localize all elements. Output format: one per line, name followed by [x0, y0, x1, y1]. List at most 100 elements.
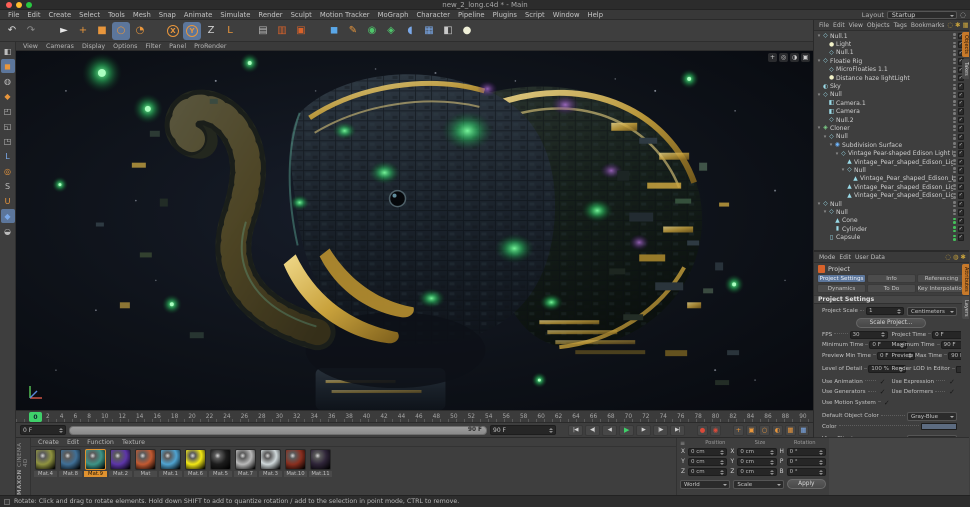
- visibility-dots[interactable]: [953, 117, 956, 123]
- tab-info[interactable]: Info: [867, 274, 916, 283]
- om-menu-edit[interactable]: Edit: [831, 22, 847, 29]
- visibility-dots[interactable]: [953, 50, 956, 56]
- am-menu-mode[interactable]: Mode: [817, 254, 837, 261]
- visibility-dots[interactable]: [953, 209, 956, 215]
- visibility-dots[interactable]: [953, 134, 956, 140]
- lock-workplane-icon[interactable]: ◒: [1, 224, 15, 238]
- tree-item-vintage-pear-shaped-edison-light-bulb-wires-1[interactable]: ▲Vintage_Pear_shaped_Edison_Light_Bulb_w…: [816, 183, 969, 191]
- coordinate-field[interactable]: 0 cm: [688, 448, 727, 456]
- visibility-dots[interactable]: [953, 109, 956, 115]
- visibility-dots[interactable]: [953, 42, 956, 48]
- project-scale-field[interactable]: 1: [866, 307, 904, 315]
- keyframe-selection-button[interactable]: ▦: [798, 425, 809, 436]
- om-tab-takes[interactable]: Takes: [962, 59, 969, 79]
- tree-item-null[interactable]: ▾◇Null✓: [816, 133, 969, 141]
- edges-mode-icon[interactable]: ◱: [1, 119, 15, 133]
- tree-item-vintage-pear-shaped-edison-light-bulb-glass-bulb[interactable]: ▲Vintage_Pear_shaped_Edison_Light_Bulb_g…: [816, 191, 969, 199]
- menu-tools[interactable]: Tools: [104, 11, 129, 19]
- menu-render[interactable]: Render: [254, 11, 286, 19]
- visibility-dots[interactable]: [953, 84, 956, 90]
- visibility-dots[interactable]: [953, 92, 956, 98]
- rotate-icon[interactable]: ○: [112, 22, 130, 40]
- menu-edit[interactable]: Edit: [23, 11, 44, 19]
- use-animation-checkbox[interactable]: ✓: [878, 378, 888, 386]
- move-icon[interactable]: +: [74, 22, 92, 40]
- tree-item-null[interactable]: ▾◇Null✓: [816, 200, 969, 208]
- play-forward-button[interactable]: ▶: [619, 425, 634, 436]
- snap-settings-icon[interactable]: S: [1, 179, 15, 193]
- points-mode-icon[interactable]: ◰: [1, 104, 15, 118]
- tab-to-do[interactable]: To Do: [867, 284, 916, 293]
- key-scale-button[interactable]: ▣: [746, 425, 757, 436]
- timeline-ruler[interactable]: 0 24681012141618202224262830323436384042…: [16, 410, 813, 423]
- coordinate-field[interactable]: 0 °: [787, 458, 826, 466]
- last-tool-icon[interactable]: ◔: [131, 22, 149, 40]
- view-clipping-dropdown[interactable]: Small: [907, 435, 957, 437]
- max-frame-field[interactable]: 90 F: [490, 425, 556, 435]
- mograph-cloner-icon[interactable]: ◈: [382, 22, 400, 40]
- apply-button[interactable]: Apply: [787, 479, 826, 489]
- viewport[interactable]: +◎◑▣: [16, 51, 813, 410]
- tab-project-settings[interactable]: Project Settings: [817, 274, 866, 283]
- visibility-dots[interactable]: [953, 184, 956, 190]
- layout-dropdown[interactable]: Startup: [887, 11, 957, 19]
- material-mat-10[interactable]: Mat.10: [284, 449, 307, 477]
- menu-animate[interactable]: Animate: [180, 11, 216, 19]
- use-deformers-checkbox[interactable]: ✓: [947, 388, 957, 396]
- tree-item-floatie-rig[interactable]: ▾◇Floatie Rig✓: [816, 57, 969, 65]
- menu-simulate[interactable]: Simulate: [216, 11, 254, 19]
- viewport-menu-panel[interactable]: Panel: [166, 43, 189, 50]
- material-mat-2[interactable]: Mat.2: [109, 449, 132, 477]
- material-mat-6[interactable]: Mat.6: [184, 449, 207, 477]
- use-motion-system-checkbox[interactable]: ✓: [882, 399, 892, 407]
- tree-item-cylinder[interactable]: ▮Cylinder✓: [816, 225, 969, 233]
- redo-icon[interactable]: ↷: [22, 22, 40, 40]
- om-menu-objects[interactable]: Objects: [865, 22, 892, 29]
- om-filter-icon[interactable]: ▦: [963, 21, 969, 29]
- menu-window[interactable]: Window: [549, 11, 584, 19]
- render-view-icon[interactable]: ▤: [254, 22, 272, 40]
- material-mat-7[interactable]: Mat.7: [234, 449, 257, 477]
- visibility-dots[interactable]: [953, 125, 956, 131]
- viewport-menu-options[interactable]: Options: [110, 43, 140, 50]
- tree-item-camera[interactable]: ◧Camera✓: [816, 108, 969, 116]
- key-pla-button[interactable]: ▦: [785, 425, 796, 436]
- x-axis-icon[interactable]: X: [164, 22, 182, 40]
- render-lod-checkbox[interactable]: [956, 366, 961, 373]
- menu-script[interactable]: Script: [521, 11, 549, 19]
- tree-item-null-1[interactable]: ◇Null.1✓: [816, 49, 969, 57]
- tab-referencing[interactable]: Referencing: [917, 274, 966, 283]
- tree-item-vintage-pear-shaped-edison-light-bulb-obj[interactable]: ▾◇Vintage Pear-shaped Edison Light Bulb.…: [816, 149, 969, 157]
- coordinate-field[interactable]: 0 cm: [688, 468, 727, 476]
- workplane-icon[interactable]: ◆: [1, 209, 15, 223]
- pan-view-icon[interactable]: +: [768, 53, 777, 62]
- camera-icon[interactable]: ◧: [439, 22, 457, 40]
- viewport-menu-filter[interactable]: Filter: [142, 43, 164, 50]
- key-position-button[interactable]: +: [733, 425, 744, 436]
- preview-range-slider[interactable]: 90 F: [69, 426, 487, 435]
- coordinate-field[interactable]: 0 °: [787, 448, 826, 456]
- om-menu-bookmarks[interactable]: Bookmarks: [909, 22, 947, 29]
- light-icon[interactable]: ●: [458, 22, 476, 40]
- tree-item-distance-haze-lightlight[interactable]: ●Distance haze lightLight✓: [816, 74, 969, 82]
- use-generators-checkbox[interactable]: ✓: [878, 388, 888, 396]
- tweak-mode-icon[interactable]: ◎: [1, 164, 15, 178]
- coordinate-ref-dropdown[interactable]: Scale: [733, 480, 783, 489]
- tree-item-vintage-pear-shaped-edison-light-bulb-wires[interactable]: ▲Vintage_Pear_shaped_Edison_Light_Bulb_w…: [816, 175, 969, 183]
- pen-spline-icon[interactable]: ✎: [344, 22, 362, 40]
- tree-item-camera-1[interactable]: ◧Camera.1✓: [816, 99, 969, 107]
- maximum-time-field[interactable]: 90 F: [941, 341, 961, 349]
- toggle-view-icon[interactable]: ▣: [801, 53, 810, 62]
- visibility-dots[interactable]: [953, 167, 956, 173]
- rotate-view-icon[interactable]: ◑: [790, 53, 799, 62]
- visibility-dots[interactable]: [953, 33, 956, 39]
- project-scale-unit-dropdown[interactable]: Centimeters: [907, 307, 957, 316]
- material-mat[interactable]: Mat: [134, 449, 157, 477]
- next-frame-button[interactable]: ▶: [636, 425, 651, 436]
- menu-select[interactable]: Select: [75, 11, 104, 19]
- visibility-dots[interactable]: [953, 176, 956, 182]
- coordinate-field[interactable]: 0 cm: [737, 448, 776, 456]
- coordinate-field[interactable]: 0 cm: [737, 458, 776, 466]
- model-mode-icon[interactable]: ◼: [1, 59, 15, 73]
- scale-project-button[interactable]: Scale Project...: [856, 318, 926, 328]
